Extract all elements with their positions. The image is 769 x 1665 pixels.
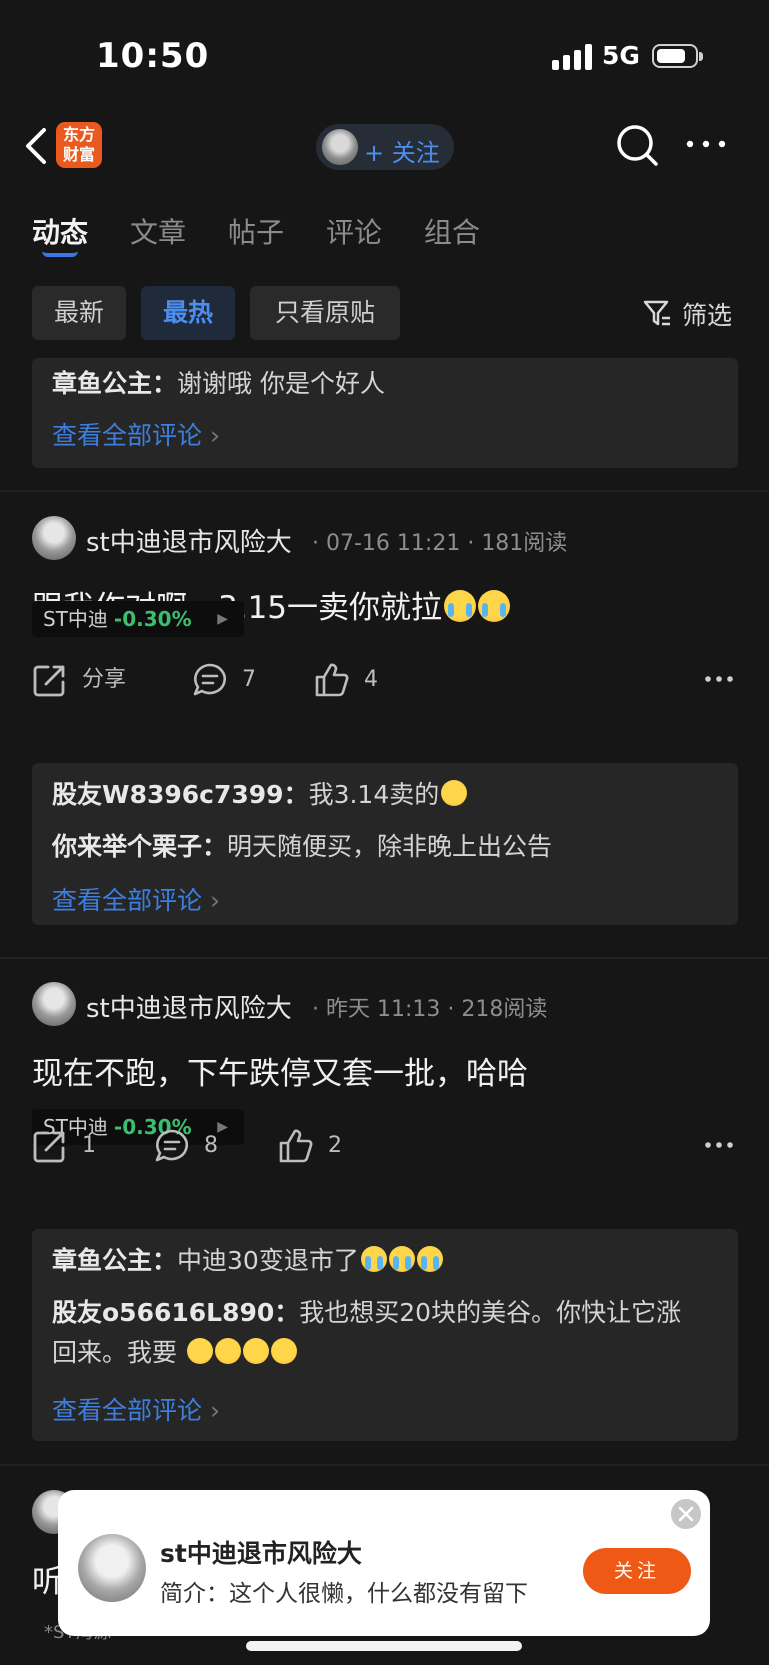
tab-dynamic[interactable]: 动态: [32, 211, 88, 251]
post-actions: 分享 7 4: [32, 658, 738, 702]
author-avatar[interactable]: [32, 516, 76, 560]
filter-hottest[interactable]: 最热: [141, 286, 235, 340]
filter-icon: [643, 300, 670, 326]
battery-icon: [652, 44, 703, 68]
comment-line: 股友o56616L890：我也想买20块的美谷。你快让它涨: [52, 1298, 682, 1327]
app-logo: 东方 财富: [56, 122, 102, 168]
share-icon: [33, 665, 65, 697]
laughing-crying-emoji-icon: [416, 1246, 443, 1272]
tab-posts[interactable]: 帖子: [228, 211, 284, 251]
tab-bar: 动态 文章 帖子 评论 组合: [0, 195, 769, 265]
comment-icon: [155, 1129, 188, 1162]
comment-line: 章鱼公主：谢谢哦 你是个好人: [52, 369, 385, 398]
chevron-left-icon: [26, 128, 46, 164]
popup-author-name: st中迪退市风险大: [160, 1539, 362, 1568]
play-arrow-icon: ▶: [217, 611, 228, 627]
author-avatar[interactable]: [32, 982, 76, 1026]
crying-emoji-icon: [444, 590, 477, 622]
close-icon: [678, 1506, 694, 1522]
divider: [0, 1464, 769, 1466]
filter-original-only[interactable]: 只看原贴: [250, 286, 400, 340]
feed: 章鱼公主：谢谢哦 你是个好人 查看全部评论 st中迪退市风险大 · 07-16 …: [0, 358, 769, 1665]
comment-line-continued: 回来。我要: [52, 1333, 718, 1373]
avatar: [78, 1534, 146, 1602]
popup-bio: 简介：这个人很懒，什么都没有留下: [160, 1581, 528, 1607]
active-tab-indicator: [42, 251, 78, 257]
view-all-comments-link[interactable]: 查看全部评论: [52, 1391, 220, 1427]
filter-button[interactable]: 筛选: [640, 294, 750, 334]
thumbs-up-icon: [315, 663, 349, 697]
share-button[interactable]: 1: [32, 1124, 102, 1168]
filter-latest[interactable]: 最新: [32, 286, 126, 340]
view-all-comments-link[interactable]: 查看全部评论: [52, 416, 220, 452]
tab-comments[interactable]: 评论: [326, 211, 382, 251]
filter-label: 筛选: [682, 301, 733, 330]
share-icon: [33, 1131, 65, 1163]
laughing-crying-emoji-icon: [388, 1246, 415, 1272]
grinning-emoji-icon: [242, 1338, 269, 1364]
signal-icon: [552, 44, 592, 70]
divider: [0, 490, 769, 492]
avatar: [322, 129, 358, 165]
status-bar: 10:50 5G: [0, 0, 769, 110]
comment-line: 股友W8396c7399：我3.14卖的: [52, 775, 718, 815]
search-icon[interactable]: [614, 122, 660, 168]
post-author[interactable]: st中迪退市风险大: [86, 522, 292, 559]
back-button[interactable]: [18, 124, 58, 168]
thinking-emoji-icon: [441, 780, 468, 806]
home-indicator[interactable]: [246, 1641, 522, 1651]
post-meta: · 昨天 11:13 · 218阅读: [312, 997, 548, 1022]
divider: [0, 957, 769, 959]
follow-label: + 关注: [364, 139, 440, 167]
comment-button[interactable]: 7: [192, 658, 272, 702]
comment-preview-box[interactable]: 章鱼公主：中迪30变退市了 股友o56616L890：我也想买20块的美谷。你快…: [32, 1229, 738, 1441]
nav-bar: 东方 财富 + 关注: [0, 110, 769, 190]
post-text[interactable]: 现在不跑，下午跌停又套一批，哈哈: [32, 1048, 528, 1093]
like-button[interactable]: 2: [278, 1124, 358, 1168]
grinning-emoji-icon: [186, 1338, 213, 1364]
comment-preview-box[interactable]: 股友W8396c7399：我3.14卖的 你来举个栗子：明天随便买，除非晚上出公…: [32, 763, 738, 925]
comment-line: 章鱼公主：中迪30变退市了: [52, 1241, 718, 1281]
more-icon[interactable]: [704, 1138, 734, 1152]
post-meta: · 07-16 11:21 · 181阅读: [312, 531, 568, 556]
post-author[interactable]: st中迪退市风险大: [86, 988, 292, 1025]
grinning-emoji-icon: [270, 1338, 297, 1364]
thumbs-up-icon: [279, 1129, 313, 1163]
grinning-emoji-icon: [214, 1338, 241, 1364]
status-time: 10:50: [96, 36, 210, 76]
network-type: 5G: [602, 41, 640, 70]
share-button[interactable]: 分享: [32, 658, 142, 702]
laughing-crying-emoji-icon: [360, 1246, 387, 1272]
tab-articles[interactable]: 文章: [130, 211, 186, 251]
comment-button[interactable]: 8: [154, 1124, 234, 1168]
close-popup-button[interactable]: [668, 1496, 704, 1532]
more-icon[interactable]: [704, 672, 734, 686]
more-icon[interactable]: [684, 134, 728, 154]
tab-portfolio[interactable]: 组合: [424, 211, 480, 251]
follow-pill-button[interactable]: + 关注: [316, 124, 454, 170]
stock-tag[interactable]: ST中迪 -0.30% ▶: [32, 601, 244, 637]
follow-button[interactable]: 关注: [583, 1548, 691, 1594]
post-actions: 1 8 2: [32, 1124, 738, 1168]
comment-line: 你来举个栗子：明天随便买，除非晚上出公告: [52, 832, 553, 861]
comment-icon: [193, 663, 226, 696]
view-all-comments-link[interactable]: 查看全部评论: [52, 881, 220, 917]
like-button[interactable]: 4: [314, 658, 394, 702]
crying-emoji-icon: [478, 590, 511, 622]
profile-popup[interactable]: st中迪退市风险大 简介：这个人很懒，什么都没有留下 关注: [58, 1490, 710, 1636]
comment-preview-box[interactable]: 章鱼公主：谢谢哦 你是个好人 查看全部评论: [32, 358, 738, 468]
